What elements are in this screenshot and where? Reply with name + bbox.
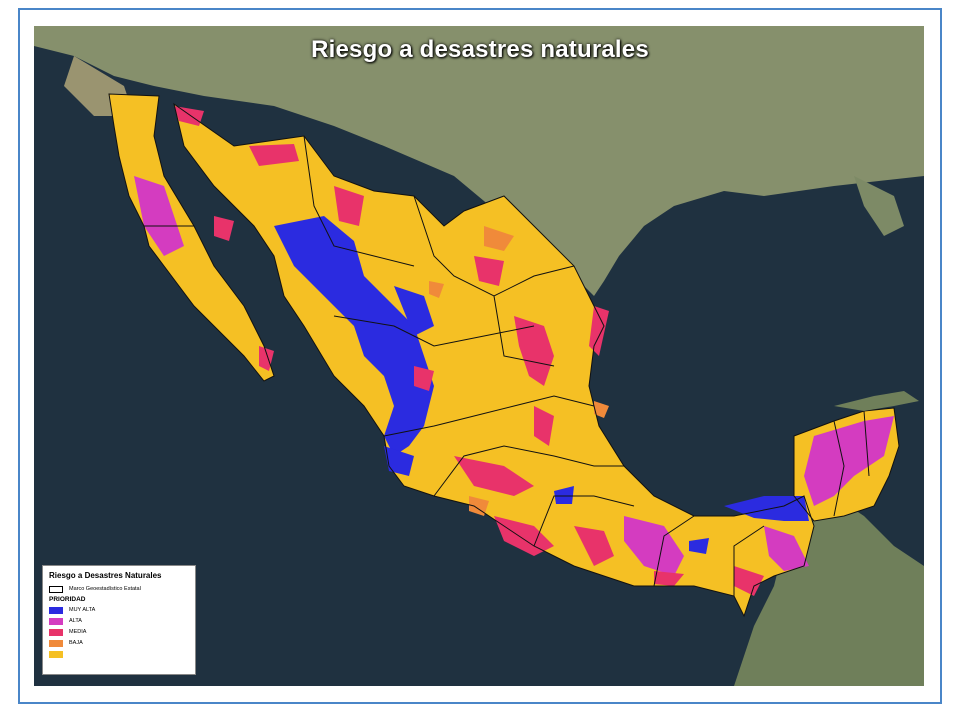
legend-item bbox=[49, 649, 189, 659]
legend-item-label: MEDIA bbox=[69, 628, 87, 635]
map-legend: Riesgo a Desastres Naturales Marco Geoes… bbox=[42, 565, 196, 675]
legend-items: MUY ALTA ALTA MEDIA BAJA bbox=[49, 605, 189, 659]
boundary-swatch bbox=[49, 585, 63, 593]
legend-swatch bbox=[49, 617, 63, 625]
legend-item-label: MUY ALTA bbox=[69, 606, 96, 613]
legend-subtitle: PRIORIDAD bbox=[49, 596, 86, 603]
map-title: Riesgo a desastres naturales bbox=[311, 36, 649, 63]
legend-item-label: ALTA bbox=[69, 617, 82, 624]
legend-item: ALTA bbox=[49, 616, 189, 626]
legend-title: Riesgo a Desastres Naturales bbox=[49, 571, 162, 580]
legend-item-label: BAJA bbox=[69, 639, 83, 646]
legend-swatch bbox=[49, 650, 63, 658]
legend-swatch bbox=[49, 639, 63, 647]
legend-item: MUY ALTA bbox=[49, 605, 189, 615]
legend-item: BAJA bbox=[49, 638, 189, 648]
legend-swatch bbox=[49, 606, 63, 614]
legend-swatch bbox=[49, 628, 63, 636]
boundary-label: Marco Geoestadístico Estatal bbox=[69, 585, 141, 592]
legend-boundary-row: Marco Geoestadístico Estatal bbox=[49, 584, 189, 594]
legend-item: MEDIA bbox=[49, 627, 189, 637]
